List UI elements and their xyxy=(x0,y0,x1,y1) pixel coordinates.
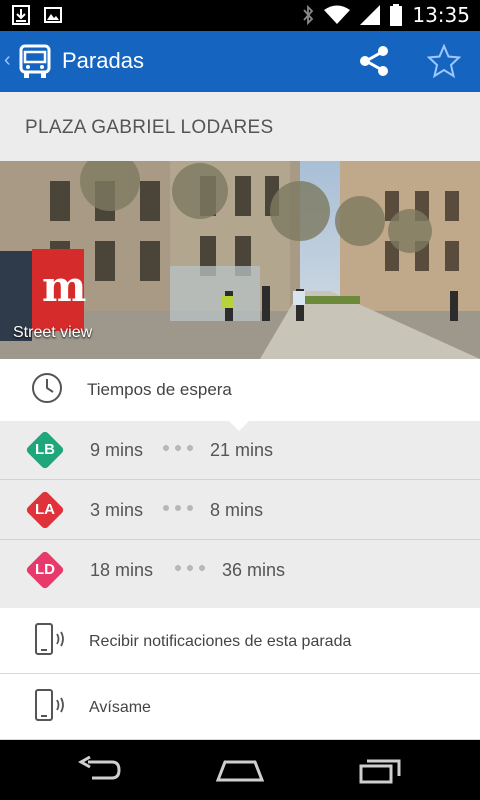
first-arrival: 18 mins xyxy=(90,560,154,580)
first-arrival: 9 mins xyxy=(90,440,144,460)
line-badge-la: LA xyxy=(25,490,65,530)
status-bar: 13:35 xyxy=(0,0,480,31)
svg-text:m: m xyxy=(42,262,86,311)
wait-times-pointer xyxy=(229,421,249,431)
wait-times-label: Tiempos de espera xyxy=(87,380,232,399)
back-icon[interactable] xyxy=(78,756,122,784)
bluetooth-icon xyxy=(303,4,314,26)
signal-icon xyxy=(360,5,381,25)
bus-icon[interactable] xyxy=(18,44,52,80)
phone-vibrate-icon xyxy=(35,689,64,721)
separator-dots xyxy=(163,505,193,511)
stop-name: PLAZA GABRIEL LODARES xyxy=(25,117,274,138)
image-icon xyxy=(44,7,62,23)
line-row-la[interactable]: LA 3 mins 8 mins xyxy=(0,481,480,540)
line-code: LA xyxy=(35,501,55,518)
bus-lines-list: LB 9 mins 21 mins LA 3 mins 8 mins LD 18… xyxy=(0,421,480,608)
second-arrival: 8 mins xyxy=(210,500,264,520)
clock-time: 13:35 xyxy=(412,3,470,27)
street-view-label: Street view xyxy=(13,324,93,341)
line-badge-lb: LB xyxy=(25,430,65,470)
stop-header: PLAZA GABRIEL LODARES xyxy=(0,92,480,161)
remind-me-row[interactable]: Avísame xyxy=(0,674,480,740)
notifications-row[interactable]: Recibir notificaciones de esta parada xyxy=(0,608,480,674)
line-code: LD xyxy=(35,561,55,578)
page-title: Paradas xyxy=(62,48,144,73)
clock-icon xyxy=(32,373,62,403)
second-arrival: 36 mins xyxy=(222,560,286,580)
remind-me-label: Avísame xyxy=(89,699,151,716)
battery-icon xyxy=(390,4,403,26)
share-icon[interactable] xyxy=(358,45,390,77)
separator-dots xyxy=(163,445,193,451)
system-nav-bar xyxy=(0,740,480,800)
line-row-ld[interactable]: LD 18 mins 36 mins xyxy=(0,541,480,600)
star-icon[interactable] xyxy=(427,44,461,78)
recents-icon[interactable] xyxy=(358,756,404,784)
first-arrival: 3 mins xyxy=(90,500,144,520)
line-code: LB xyxy=(35,441,55,458)
separator-dots xyxy=(175,565,205,571)
second-arrival: 21 mins xyxy=(210,440,274,460)
chevron-left-icon[interactable]: ‹ xyxy=(4,49,11,72)
line-badge-ld: LD xyxy=(25,550,65,590)
app-bar: ‹ Paradas xyxy=(0,31,480,92)
wifi-icon xyxy=(324,5,351,24)
street-view-image[interactable]: m Street view xyxy=(0,161,480,359)
wait-times-header[interactable]: Tiempos de espera xyxy=(0,359,480,421)
phone-vibrate-icon xyxy=(35,623,64,655)
notifications-label: Recibir notificaciones de esta parada xyxy=(89,633,352,650)
download-icon xyxy=(12,5,30,25)
home-icon[interactable] xyxy=(215,756,265,784)
